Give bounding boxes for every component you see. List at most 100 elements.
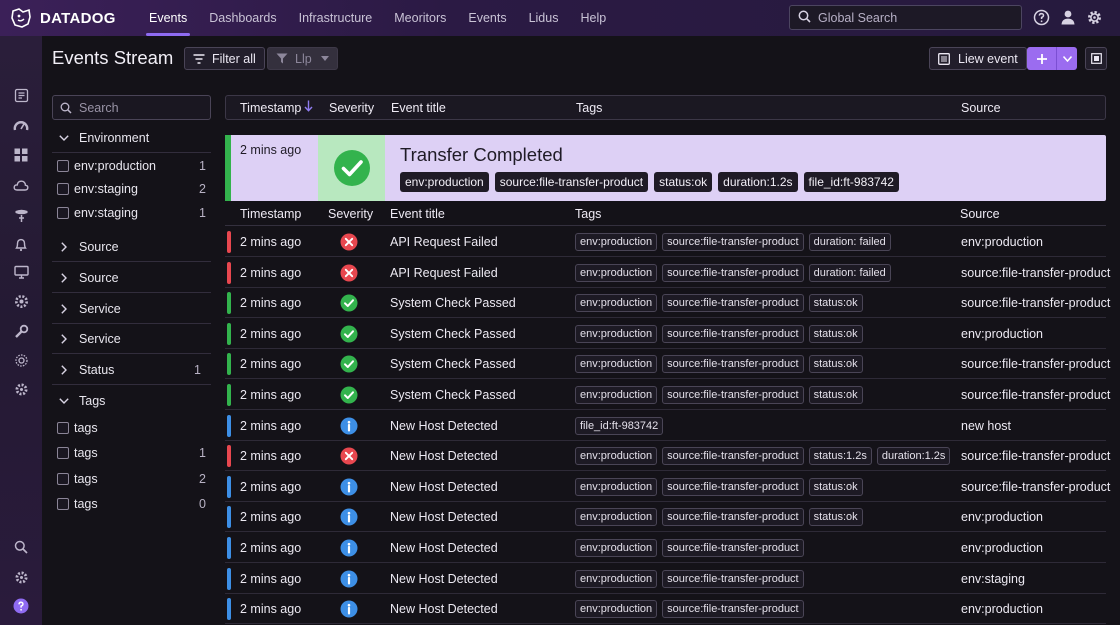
tag[interactable]: status:ok	[808, 294, 863, 313]
tag[interactable]: source:file-transfer-product	[662, 600, 804, 619]
tag[interactable]: source:file-transfer-product	[662, 508, 804, 527]
tag[interactable]: status:ok	[808, 508, 863, 527]
tag[interactable]: source:file-transfer-product	[662, 447, 804, 466]
tag[interactable]: env:production	[575, 539, 658, 557]
settings-icon[interactable]	[12, 380, 30, 398]
column-header-event-title[interactable]: Event title	[391, 101, 446, 115]
tag[interactable]: env:production	[575, 600, 658, 619]
facet-group-status[interactable]: Status 1	[52, 355, 211, 385]
plus-icon[interactable]	[1027, 47, 1057, 70]
logo[interactable]: DATADOG	[10, 7, 138, 29]
checkbox[interactable]	[57, 422, 69, 434]
tag[interactable]: env:production	[575, 447, 658, 466]
network-gear-icon[interactable]	[12, 351, 30, 369]
global-search-box[interactable]	[789, 5, 1022, 30]
facet-group-source-2[interactable]: Source	[52, 263, 211, 293]
facet-group-service[interactable]: Service	[52, 294, 211, 324]
rail-search-icon[interactable]	[12, 538, 30, 556]
tag[interactable]: duration:1.2s	[876, 447, 951, 466]
checkbox[interactable]	[57, 498, 69, 510]
help-icon[interactable]	[1032, 8, 1050, 26]
grid-apps-icon[interactable]	[12, 146, 30, 164]
dashboard-gauge-icon[interactable]	[12, 116, 30, 134]
facet-option[interactable]: tags	[57, 418, 206, 438]
facet-option[interactable]: env:staging 1	[57, 203, 206, 223]
checkbox[interactable]	[57, 473, 69, 485]
nav-events-2[interactable]: Events	[457, 0, 517, 36]
checkbox[interactable]	[57, 183, 69, 195]
tag[interactable]: env:production	[400, 172, 489, 192]
table-row[interactable]: 2 mins ago System Check Passed env:product…	[225, 349, 1110, 380]
table-row[interactable]: 2 mins ago API Request Failed env:producti…	[225, 227, 1106, 257]
tag[interactable]: status:1.2s	[808, 447, 872, 466]
add-dropdown-chevron-icon[interactable]	[1057, 47, 1077, 70]
tag[interactable]: env:production	[575, 233, 658, 251]
nav-events[interactable]: Events	[138, 0, 198, 36]
nav-infrastructure[interactable]: Infrastructure	[288, 0, 384, 36]
column-header-severity[interactable]: Severity	[328, 207, 373, 221]
tag[interactable]: status:ok	[808, 386, 863, 404]
rail-settings-icon[interactable]	[12, 568, 30, 586]
tag[interactable]: source:file-transfer-product	[494, 172, 649, 192]
column-header-timestamp[interactable]: Timestamp	[240, 207, 301, 221]
table-row[interactable]: 2 mins ago System Check Passed env:product…	[225, 288, 1110, 319]
settings-gear-icon[interactable]	[1085, 8, 1103, 26]
apm-icon[interactable]	[12, 206, 30, 224]
tag[interactable]: source:file-transfer-product	[662, 386, 804, 404]
facet-search-input[interactable]	[79, 100, 199, 115]
table-row[interactable]: 2 mins ago New Host Detected env:productio…	[225, 564, 1106, 594]
tag[interactable]: env:production	[575, 508, 658, 527]
nav-lidus[interactable]: Lidus	[518, 0, 570, 36]
facet-option[interactable]: tags 0	[57, 494, 206, 514]
tag[interactable]: duration: failed	[808, 233, 891, 251]
tag[interactable]: file_id:ft-983742	[575, 416, 664, 435]
tag[interactable]: env:production	[575, 294, 658, 313]
facet-group-environment[interactable]: Environment	[52, 123, 211, 153]
table-row[interactable]: 2 mins ago System Check Passed env:product…	[225, 319, 1106, 349]
tag[interactable]: env:production	[575, 569, 658, 588]
expand-icon[interactable]	[1085, 47, 1107, 70]
facet-option[interactable]: env:production 1	[57, 156, 206, 176]
table-row[interactable]: 2 mins ago New Host Detected env:productio…	[225, 594, 1106, 625]
column-header-source[interactable]: Source	[960, 207, 1000, 221]
column-header-event-title[interactable]: Event title	[390, 207, 445, 221]
nav-dashboards[interactable]: Dashboards	[198, 0, 287, 36]
facet-search-box[interactable]	[52, 95, 211, 120]
tag[interactable]: status:ok	[654, 172, 713, 192]
checkbox[interactable]	[57, 160, 69, 172]
nav-monitors[interactable]: Meoritors	[383, 0, 457, 36]
table-row[interactable]: 2 mins ago New Host Detected file_id:ft-98…	[225, 411, 1106, 441]
tag[interactable]: source:file-transfer-product	[662, 294, 804, 313]
tag[interactable]: env:production	[575, 386, 658, 404]
table-row[interactable]: 2 mins ago New Host Detected env:productio…	[225, 502, 1106, 533]
sort-arrow-icon[interactable]	[304, 100, 313, 115]
tag[interactable]: status:ok	[808, 355, 863, 374]
tag[interactable]: env:production	[575, 263, 658, 282]
global-search-input[interactable]	[818, 10, 1008, 25]
tag[interactable]: source:file-transfer-product	[662, 569, 804, 588]
logs-icon[interactable]	[12, 86, 30, 104]
facet-option[interactable]: env:staging 2	[57, 179, 206, 199]
checkbox[interactable]	[57, 207, 69, 219]
tag[interactable]: file_id:ft-983742	[803, 172, 899, 192]
wrench-icon[interactable]	[12, 322, 30, 340]
tag[interactable]: env:production	[575, 477, 658, 496]
filter-all-button[interactable]: Filter all	[184, 47, 265, 70]
column-header-tags[interactable]: Tags	[576, 101, 602, 115]
table-row[interactable]: 2 mins ago New Host Detected env:productio…	[225, 441, 1110, 472]
tag[interactable]: source:file-transfer-product	[662, 263, 804, 282]
tag[interactable]: source:file-transfer-product	[662, 355, 804, 374]
table-row[interactable]: 2 mins ago New Host Detected env:productio…	[225, 533, 1106, 563]
column-header-tags[interactable]: Tags	[575, 207, 601, 221]
tag[interactable]: source:file-transfer-product	[662, 477, 804, 496]
table-row[interactable]: 2 mins ago System Check Passed env:product…	[225, 380, 1110, 410]
llp-dropdown[interactable]: Llp	[267, 47, 338, 70]
monitors-bell-icon[interactable]	[12, 235, 30, 253]
nav-help[interactable]: Help	[569, 0, 617, 36]
tag[interactable]: source:file-transfer-product	[662, 539, 804, 557]
checkbox[interactable]	[57, 447, 69, 459]
table-row[interactable]: 2 mins ago New Host Detected env:productio…	[225, 472, 1110, 502]
facet-group-tags[interactable]: Tags	[52, 386, 211, 416]
facet-group-source[interactable]: Source	[52, 232, 211, 262]
tag[interactable]: source:file-transfer-product	[662, 324, 804, 343]
